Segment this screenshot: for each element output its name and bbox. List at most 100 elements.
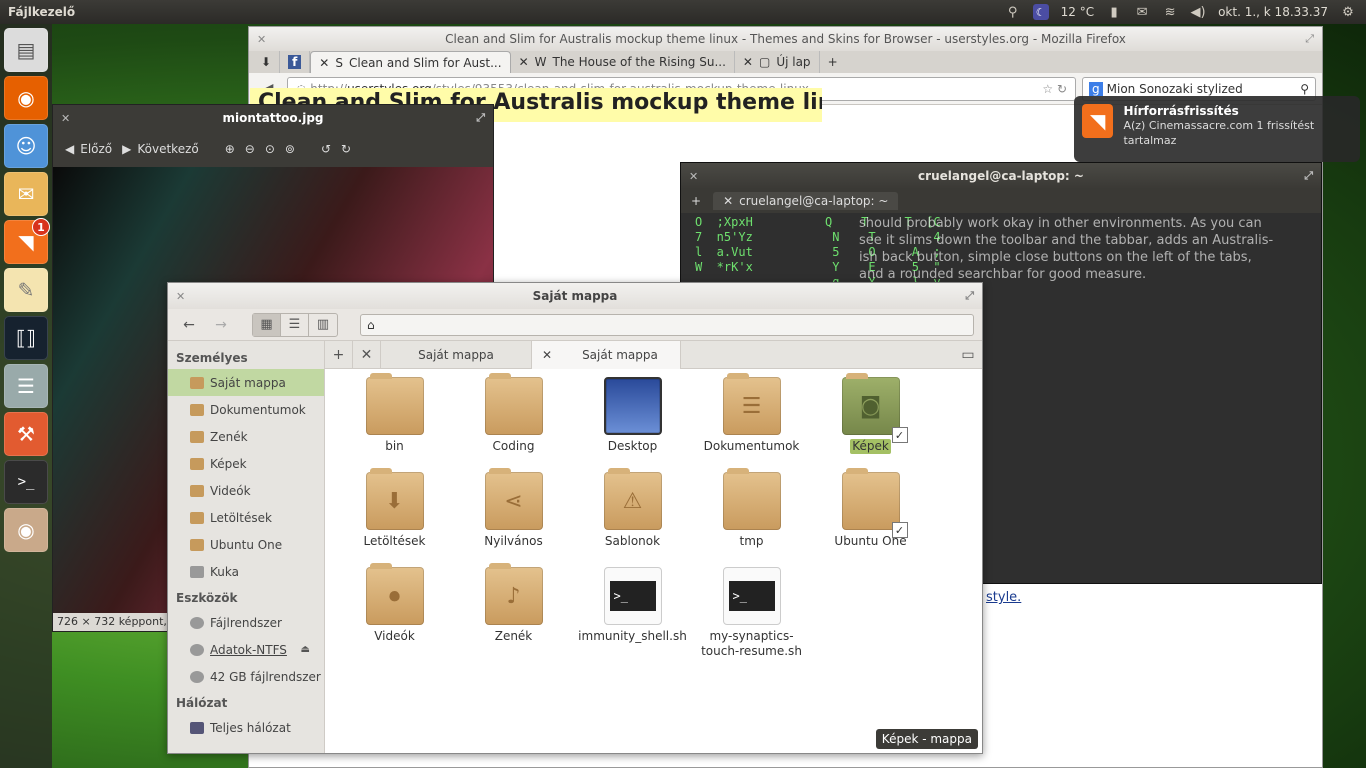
rss-launcher[interactable]: ◥ 1 <box>4 218 50 264</box>
firefox-launcher[interactable]: ◉ <box>4 76 48 120</box>
previous-button[interactable]: ◀ Előző <box>65 142 112 156</box>
mixer-launcher[interactable]: ☰ <box>4 364 48 408</box>
close-icon[interactable]: ✕ <box>723 194 733 208</box>
facebook-tab[interactable]: f <box>280 51 311 73</box>
clock[interactable]: okt. 1., k 18.33.37 <box>1218 5 1328 19</box>
zoom-fit-icon[interactable]: ⊙ <box>265 142 275 156</box>
app-launcher[interactable]: ⟦⟧ <box>4 316 48 360</box>
files-launcher[interactable]: ▤ <box>4 28 48 72</box>
maximize-icon[interactable]: ⤢ <box>1305 32 1314 46</box>
sidebar-item-network[interactable]: Teljes hálózat <box>168 714 324 741</box>
sidebar-item-downloads[interactable]: Letöltések <box>168 504 324 531</box>
tab-home-2[interactable]: ✕ Saját mappa <box>531 340 681 369</box>
close-icon[interactable]: ✕ <box>519 55 529 69</box>
file-item[interactable]: >_ my-synaptics-touch-resume.sh <box>692 567 811 662</box>
close-icon[interactable]: ✕ <box>743 55 753 69</box>
rotate-right-icon[interactable]: ↻ <box>341 142 351 156</box>
close-icon[interactable]: ✕ <box>689 170 698 183</box>
sidebar: Személyes Saját mappa Dokumentumok Zenék… <box>168 341 325 753</box>
column-view-button[interactable]: ▥ <box>309 314 337 336</box>
path-bar[interactable]: ⌂ <box>360 313 974 336</box>
zoom-out-icon[interactable]: ⊖ <box>245 142 255 156</box>
forward-button[interactable]: → <box>208 313 234 337</box>
close-icon[interactable]: ✕ <box>542 348 552 362</box>
maximize-icon[interactable]: ⤢ <box>1304 169 1313 183</box>
mail-indicator-icon[interactable]: ✉ <box>1134 4 1150 20</box>
sidebar-item-adatok-ntfs[interactable]: Adatok-NTFS ⏏ <box>168 636 324 663</box>
file-item[interactable]: ⚠ Sablonok <box>573 468 692 567</box>
sidebar-item-pictures[interactable]: Képek <box>168 450 324 477</box>
maximize-icon[interactable]: ⤢ <box>476 111 485 125</box>
empathy-launcher[interactable]: ☺ <box>4 124 48 168</box>
file-item[interactable]: ☰ Dokumentumok <box>692 373 811 472</box>
file-item[interactable]: ⋖ Nyilvános <box>454 468 573 567</box>
tab-clean-and-slim[interactable]: ✕ S Clean and Slim for Aust... <box>310 51 511 73</box>
file-label: immunity_shell.sh <box>578 629 687 643</box>
list-view-button[interactable]: ☰ <box>281 313 309 336</box>
file-label: Képek <box>850 439 891 454</box>
zoom-in-icon[interactable]: ⊕ <box>225 142 235 156</box>
close-icon[interactable]: ✕ <box>176 290 185 303</box>
close-icon[interactable]: ✕ <box>61 112 70 125</box>
bookmark-star-icon[interactable]: ☆ <box>1042 82 1053 96</box>
back-button[interactable]: ← <box>176 313 202 337</box>
power-gear-icon[interactable]: ⚙ <box>1340 4 1356 20</box>
terminal-launcher[interactable]: >_ <box>4 460 48 504</box>
home-icon[interactable]: ⌂ <box>367 318 375 332</box>
temperature-label[interactable]: 12 °C <box>1061 5 1094 19</box>
tab-list-icon[interactable]: ▭ <box>954 341 982 369</box>
tab-house-of-rising-sun[interactable]: ✕ W The House of the Rising Su... <box>511 51 735 73</box>
search-icon[interactable]: ⚲ <box>1300 82 1309 96</box>
download-icon[interactable]: ⬇ <box>253 51 281 73</box>
editor-launcher[interactable]: ✎ <box>4 268 48 312</box>
notification-bubble: ◥ Hírforrásfrissítés A(z) Cinemassacre.c… <box>1074 96 1360 162</box>
file-item[interactable]: ♪ Zenék <box>454 563 573 662</box>
maximize-icon[interactable]: ⤢ <box>965 289 974 303</box>
sidebar-item-music[interactable]: Zenék <box>168 423 324 450</box>
active-app-name: Fájlkezelő <box>8 5 76 19</box>
icon-view-button[interactable]: ▦ <box>253 313 281 336</box>
zoom-normal-icon[interactable]: ⊚ <box>285 142 295 156</box>
sidebar-item-videos[interactable]: Videók <box>168 477 324 504</box>
sidebar-item-ubuntu-one[interactable]: Ubuntu One <box>168 531 324 558</box>
battery-icon[interactable]: ▮ <box>1106 4 1122 20</box>
file-item[interactable]: ⏺ Videók <box>335 563 454 662</box>
file-item[interactable]: bin <box>335 373 454 472</box>
blank-page-icon: ▢ <box>758 55 771 69</box>
terminal-tab[interactable]: ✕ cruelangel@ca-laptop: ~ <box>713 192 899 210</box>
search-icon[interactable]: ⚲ <box>1005 4 1021 20</box>
wifi-icon[interactable]: ≋ <box>1162 4 1178 20</box>
sidebar-item-filesystem[interactable]: Fájlrendszer <box>168 609 324 636</box>
tab-home-1[interactable]: Saját mappa <box>381 341 531 369</box>
google-icon[interactable]: g <box>1089 81 1103 96</box>
style-link[interactable]: style. <box>986 590 1021 605</box>
weather-icon[interactable]: ☾ <box>1032 4 1049 20</box>
new-terminal-tab-button[interactable]: + <box>691 194 701 208</box>
sidebar-item-home[interactable]: Saját mappa <box>168 369 324 396</box>
mail-launcher[interactable]: ✉ <box>4 172 48 216</box>
tab-new[interactable]: ✕ ▢ Új lap <box>735 51 820 73</box>
file-item[interactable]: Coding <box>454 373 573 472</box>
file-item[interactable]: ⬇ Letöltések <box>335 468 454 567</box>
settings-launcher[interactable]: ⚒ <box>4 412 48 456</box>
eject-icon[interactable]: ⏏ <box>301 644 310 655</box>
sidebar-item-42gb[interactable]: 42 GB fájlrendszer <box>168 663 324 690</box>
file-item-selected[interactable]: ◙ ✓ Képek <box>811 373 930 472</box>
close-icon[interactable]: ✕ <box>319 56 329 70</box>
file-item[interactable]: >_ immunity_shell.sh <box>573 567 692 662</box>
new-tab-button[interactable]: + <box>820 51 846 73</box>
file-item[interactable]: tmp <box>692 468 811 567</box>
file-item[interactable]: Desktop <box>573 377 692 472</box>
new-tab-button[interactable]: + <box>325 340 353 369</box>
next-button[interactable]: ▶ Következő <box>122 142 199 156</box>
close-icon[interactable]: ✕ <box>257 33 266 46</box>
rotate-left-icon[interactable]: ↺ <box>321 142 331 156</box>
launcher: ▤ ◉ ☺ ✉ ◥ 1 ✎ ⟦⟧ ☰ ⚒ >_ ◉ <box>0 24 52 768</box>
reload-icon[interactable]: ↻ <box>1053 82 1067 96</box>
close-icon[interactable]: ✕ <box>353 340 381 369</box>
sidebar-item-documents[interactable]: Dokumentumok <box>168 396 324 423</box>
eye-launcher[interactable]: ◉ <box>4 508 48 552</box>
volume-icon[interactable]: ◀) <box>1190 4 1206 20</box>
sidebar-item-trash[interactable]: Kuka <box>168 558 324 585</box>
file-item[interactable]: ✓ Ubuntu One <box>811 468 930 567</box>
